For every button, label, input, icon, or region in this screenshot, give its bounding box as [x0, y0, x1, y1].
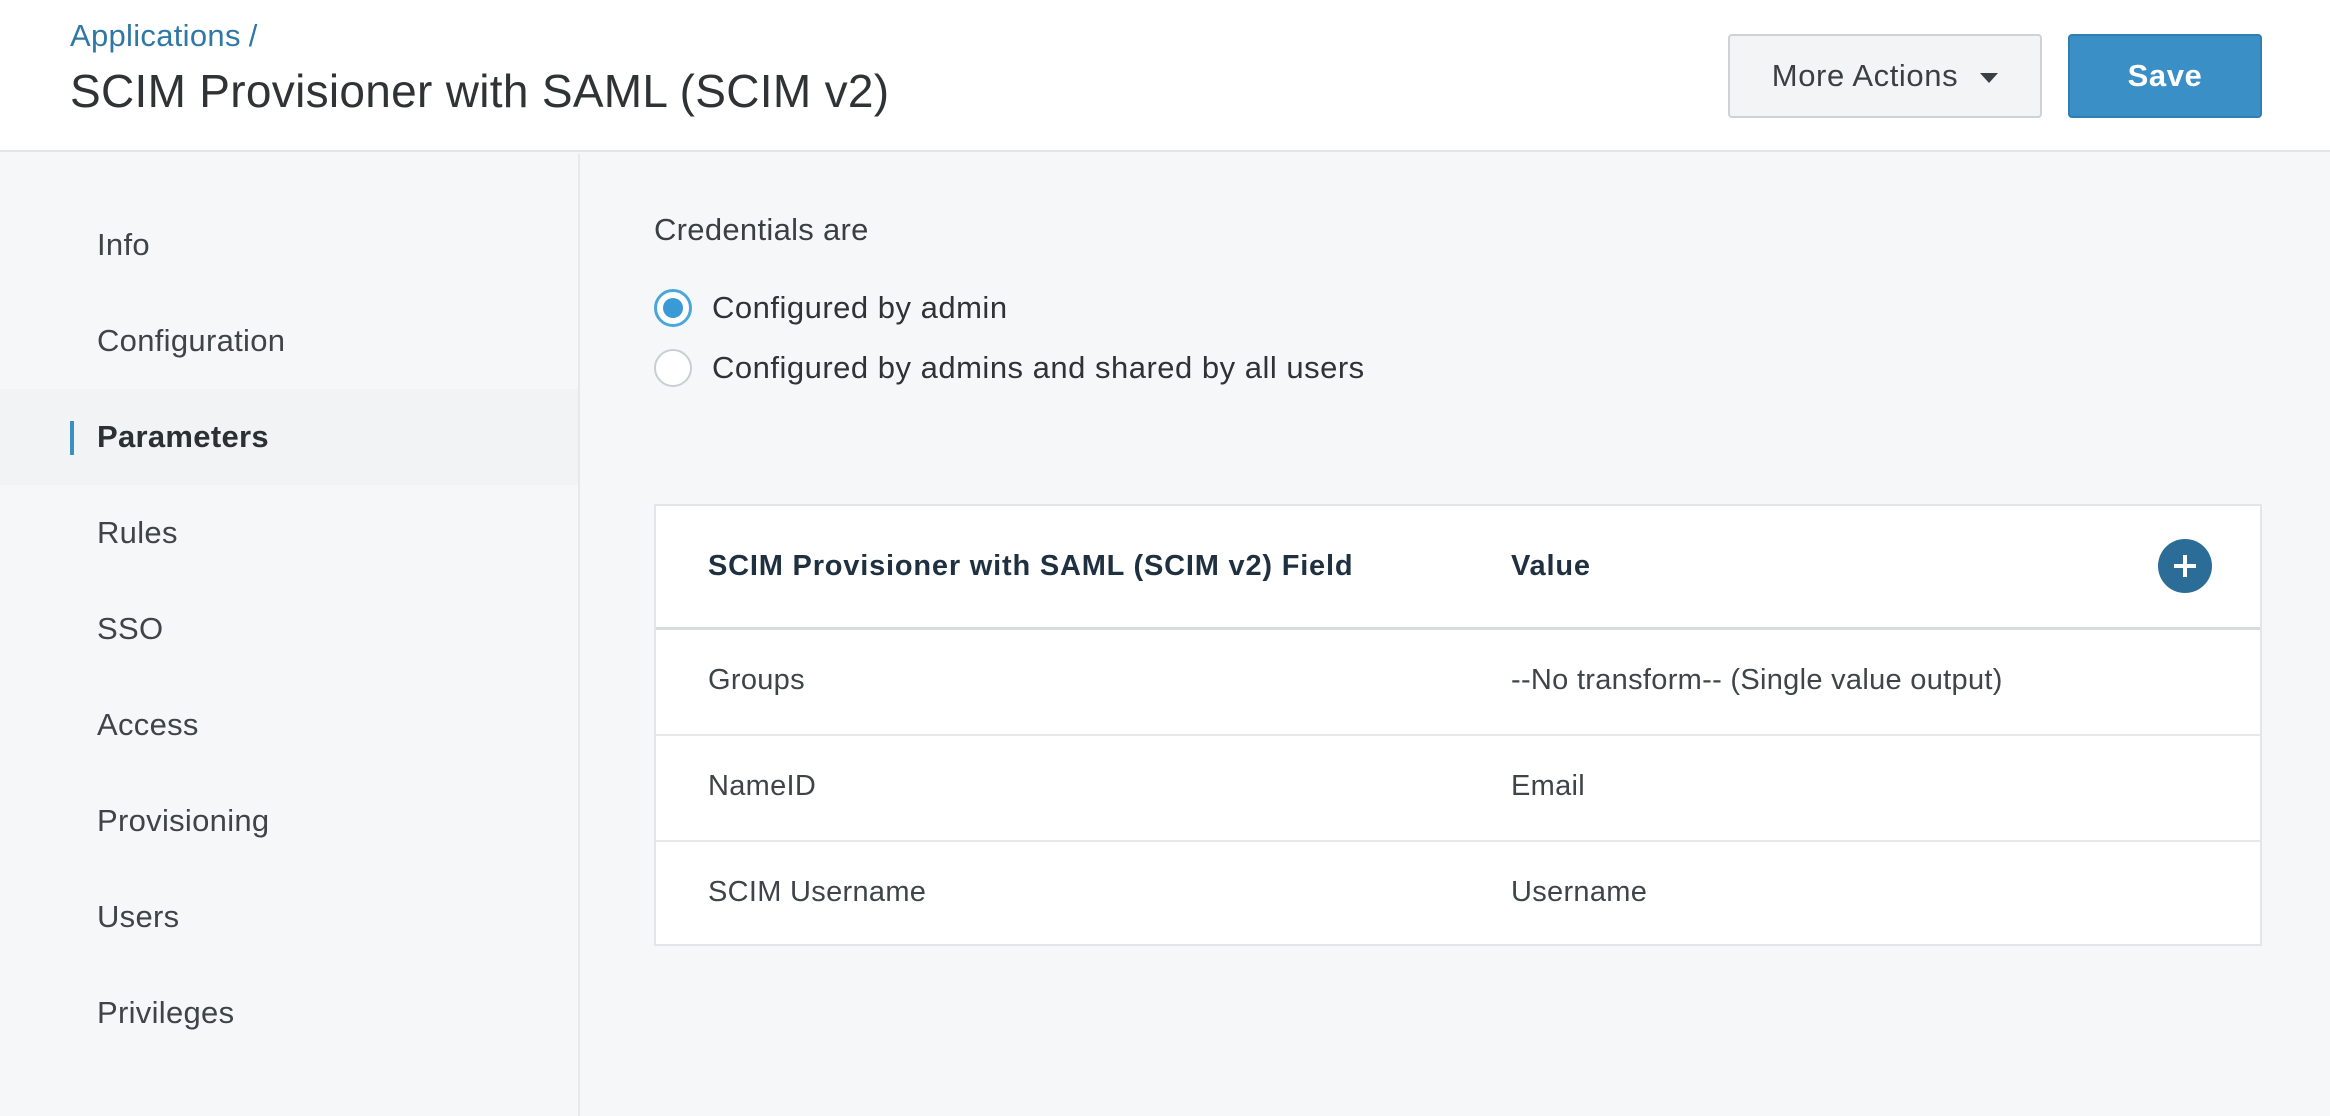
plus-icon: [2174, 555, 2196, 577]
value-cell: Email: [1511, 770, 1586, 802]
active-indicator: [70, 421, 74, 455]
sidebar: Info Configuration Parameters Rules SSO …: [0, 154, 580, 1116]
sidebar-item-provisioning[interactable]: Provisioning: [0, 773, 578, 869]
field-cell: NameID: [708, 770, 817, 802]
breadcrumb: Applications /: [70, 18, 258, 54]
value-cell: Username: [1511, 876, 1648, 908]
radio-selected-icon[interactable]: [654, 289, 692, 327]
more-actions-button[interactable]: More Actions: [1728, 34, 2042, 118]
page-title: SCIM Provisioner with SAML (SCIM v2): [70, 65, 890, 117]
sidebar-item-label: SSO: [97, 611, 164, 646]
breadcrumb-separator: /: [248, 18, 258, 53]
column-header-value: Value: [1511, 550, 1591, 582]
sidebar-item-parameters[interactable]: Parameters: [0, 389, 578, 485]
save-button[interactable]: Save: [2068, 34, 2262, 118]
table-row[interactable]: Groups --No transform-- (Single value ou…: [656, 630, 2260, 736]
sidebar-item-privileges[interactable]: Privileges: [0, 965, 578, 1061]
sidebar-item-label: Info: [97, 227, 150, 262]
sidebar-item-label: Parameters: [97, 419, 269, 454]
sidebar-item-info[interactable]: Info: [0, 197, 578, 293]
value-cell: --No transform-- (Single value output): [1511, 664, 2003, 696]
sidebar-item-sso[interactable]: SSO: [0, 581, 578, 677]
credentials-label: Credentials are: [654, 212, 869, 247]
radio-unselected-icon[interactable]: [654, 349, 692, 387]
table-row[interactable]: NameID Email: [656, 736, 2260, 842]
sidebar-item-label: Privileges: [97, 995, 235, 1030]
radio-configured-by-admin[interactable]: Configured by admin: [654, 289, 1008, 327]
field-cell: SCIM Username: [708, 876, 927, 908]
sidebar-item-label: Users: [97, 899, 180, 934]
caret-down-icon: [1980, 73, 1999, 83]
breadcrumb-applications-link[interactable]: Applications: [70, 18, 241, 53]
field-cell: Groups: [708, 664, 805, 696]
table-row[interactable]: SCIM Username Username: [656, 842, 2260, 948]
sidebar-item-label: Configuration: [97, 323, 286, 358]
add-parameter-button[interactable]: [2158, 539, 2212, 593]
page-header: Applications / SCIM Provisioner with SAML…: [0, 0, 2330, 152]
radio-configured-by-admins-shared[interactable]: Configured by admins and shared by all u…: [654, 349, 1365, 387]
table-header: SCIM Provisioner with SAML (SCIM v2) Fie…: [656, 506, 2260, 630]
sidebar-item-configuration[interactable]: Configuration: [0, 293, 578, 389]
more-actions-label: More Actions: [1771, 58, 1959, 93]
radio-label: Configured by admins and shared by all u…: [712, 350, 1365, 385]
sidebar-item-label: Provisioning: [97, 803, 270, 838]
sidebar-item-access[interactable]: Access: [0, 677, 578, 773]
sidebar-item-rules[interactable]: Rules: [0, 485, 578, 581]
main-content: Credentials are Configured by admin Conf…: [582, 154, 2330, 1116]
sidebar-item-users[interactable]: Users: [0, 869, 578, 965]
sidebar-item-label: Access: [97, 707, 199, 742]
sidebar-item-label: Rules: [97, 515, 178, 550]
radio-label: Configured by admin: [712, 290, 1008, 325]
column-header-field: SCIM Provisioner with SAML (SCIM v2) Fie…: [708, 550, 1354, 582]
parameters-table: SCIM Provisioner with SAML (SCIM v2) Fie…: [654, 504, 2262, 946]
